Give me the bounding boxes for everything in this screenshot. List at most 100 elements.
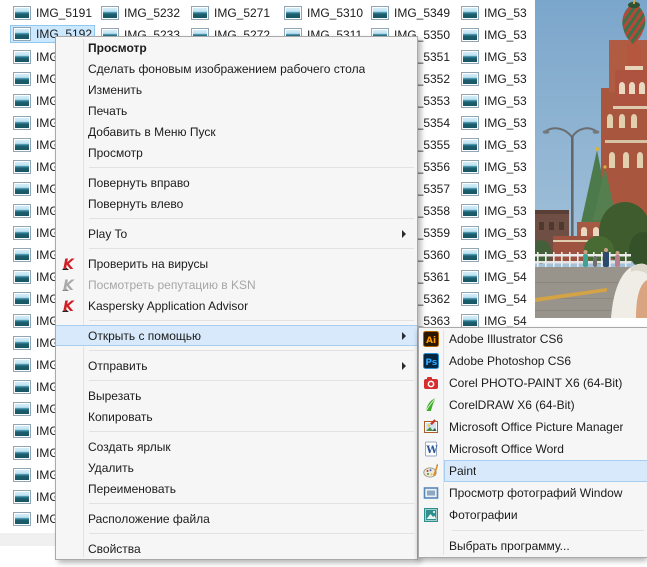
file-item[interactable]: IMG_53 [458, 136, 530, 154]
menu-item-set-as-desktop-background[interactable]: Сделать фоновым изображением рабочего ст… [56, 58, 417, 79]
file-label: IMG_5232 [124, 6, 180, 20]
file-item[interactable]: IMG_53 [458, 246, 530, 264]
file-item[interactable]: IMG [10, 224, 62, 242]
menu-item-label: Добавить в Меню Пуск [88, 125, 216, 139]
file-item[interactable]: IMG [10, 136, 62, 154]
image-file-icon [461, 6, 479, 20]
open-with-submenu: AiAdobe Illustrator CS6PsAdobe Photoshop… [418, 327, 647, 558]
svg-text:K: K [63, 299, 75, 314]
file-item[interactable]: IMG [10, 334, 62, 352]
file-item[interactable]: IMG_53 [458, 70, 530, 88]
image-file-icon [371, 6, 389, 20]
menu-item-pin-to-start-menu[interactable]: Добавить в Меню Пуск [56, 121, 417, 142]
menu-item-label: Создать ярлык [88, 440, 171, 454]
menu-item-cut[interactable]: Вырезать [56, 385, 417, 406]
menu-item-photos-app[interactable]: Фотографии [419, 504, 647, 526]
file-item[interactable]: IMG [10, 422, 62, 440]
menu-item-label: Просмотр [88, 41, 147, 55]
file-item[interactable]: IMG_53 [458, 202, 530, 220]
file-item[interactable]: IMG_5349 [368, 4, 453, 22]
file-item[interactable]: IMG_54 [458, 268, 530, 286]
menu-item-adobe-photoshop-cs6[interactable]: PsAdobe Photoshop CS6 [419, 350, 647, 372]
menu-item-coreldraw-x6[interactable]: CorelDRAW X6 (64-Bit) [419, 394, 647, 416]
menu-item-scan-for-viruses[interactable]: KПроверить на вирусы [56, 253, 417, 274]
file-item[interactable]: IMG [10, 48, 62, 66]
menu-item-rotate-right[interactable]: Повернуть вправо [56, 172, 417, 193]
file-item[interactable]: IMG_54 [458, 290, 530, 308]
file-item[interactable]: IMG_53 [458, 180, 530, 198]
file-item[interactable]: IMG_5310 [281, 4, 366, 22]
image-file-icon [191, 6, 209, 20]
image-file-icon [284, 6, 302, 20]
menu-item-rotate-left[interactable]: Повернуть влево [56, 193, 417, 214]
svg-text:K: K [63, 257, 75, 272]
menu-item-open-file-location[interactable]: Расположение файла [56, 508, 417, 529]
file-item[interactable]: IMG_53 [458, 114, 530, 132]
file-item[interactable]: IMG [10, 202, 62, 220]
file-item[interactable]: IMG [10, 92, 62, 110]
menu-item-properties[interactable]: Свойства [56, 538, 417, 559]
menu-item-create-shortcut[interactable]: Создать ярлык [56, 436, 417, 457]
image-file-icon [461, 248, 479, 262]
kaspersky-icon: K [61, 298, 77, 314]
image-file-icon [13, 512, 31, 526]
file-item[interactable]: IMG_5191 [10, 4, 95, 22]
menu-item-rename[interactable]: Переименовать [56, 478, 417, 499]
file-label: IMG_53 [484, 204, 527, 218]
menu-item-copy[interactable]: Копировать [56, 406, 417, 427]
menu-item-choose-program[interactable]: Выбрать программу... [419, 535, 647, 557]
file-item[interactable]: IMG [10, 356, 62, 374]
menu-item-label: Переименовать [88, 482, 176, 496]
file-label: IMG_53 [484, 94, 527, 108]
menu-item-label: Свойства [88, 542, 141, 556]
file-item[interactable]: IMG_5232 [98, 4, 183, 22]
file-item[interactable]: IMG [10, 488, 62, 506]
file-label: IMG_53 [484, 182, 527, 196]
menu-item-print[interactable]: Печать [56, 100, 417, 121]
menu-item-view-default[interactable]: Просмотр [56, 37, 417, 58]
image-file-icon [13, 72, 31, 86]
file-item[interactable]: IMG [10, 312, 62, 330]
file-item[interactable]: IMG [10, 466, 62, 484]
file-item[interactable]: IMG [10, 444, 62, 462]
file-item[interactable]: IMG_53 [458, 92, 530, 110]
file-item[interactable]: IMG [10, 290, 62, 308]
menu-item-send-to[interactable]: Отправить [56, 355, 417, 376]
kaspersky-icon: K [61, 256, 77, 272]
menu-separator [89, 218, 414, 219]
menu-item-ms-office-word[interactable]: WMicrosoft Office Word [419, 438, 647, 460]
menu-item-corel-photo-paint-x6[interactable]: Corel PHOTO-PAINT X6 (64-Bit) [419, 372, 647, 394]
picture-manager-icon [423, 419, 439, 435]
file-item[interactable]: IMG [10, 400, 62, 418]
image-file-icon [13, 336, 31, 350]
file-item[interactable]: IMG [10, 510, 62, 528]
file-item[interactable]: IMG_53 [458, 26, 530, 44]
menu-item-delete[interactable]: Удалить [56, 457, 417, 478]
menu-item-play-to[interactable]: Play To [56, 223, 417, 244]
file-item[interactable]: IMG [10, 246, 62, 264]
menu-item-adobe-illustrator-cs6[interactable]: AiAdobe Illustrator CS6 [419, 328, 647, 350]
file-item[interactable]: IMG [10, 180, 62, 198]
menu-item-label: Расположение файла [88, 512, 210, 526]
menu-item-preview[interactable]: Просмотр [56, 142, 417, 163]
file-item[interactable]: IMG [10, 114, 62, 132]
file-item[interactable]: IMG_5271 [188, 4, 273, 22]
file-item[interactable]: IMG_53 [458, 158, 530, 176]
menu-item-edit[interactable]: Изменить [56, 79, 417, 100]
submenu-arrow-icon [402, 362, 406, 370]
file-item[interactable]: IMG_53 [458, 48, 530, 66]
file-item[interactable]: IMG_53 [458, 4, 530, 22]
menu-item-windows-photo-viewer[interactable]: Просмотр фотографий Windows [419, 482, 647, 504]
menu-item-paint[interactable]: Paint [419, 460, 647, 482]
file-item[interactable]: IMG [10, 70, 62, 88]
image-file-icon [461, 116, 479, 130]
menu-item-ms-office-picture-manager[interactable]: Microsoft Office Picture Manager [419, 416, 647, 438]
file-item[interactable]: IMG [10, 268, 62, 286]
file-item[interactable]: IMG_53 [458, 224, 530, 242]
menu-item-check-reputation-ksn[interactable]: KПосмотреть репутацию в KSN [56, 274, 417, 295]
menu-item-open-with[interactable]: Открыть с помощью [56, 325, 417, 346]
image-file-icon [461, 138, 479, 152]
file-item[interactable]: IMG [10, 378, 62, 396]
menu-item-kaspersky-application-advisor[interactable]: KKaspersky Application Advisor [56, 295, 417, 316]
file-item[interactable]: IMG [10, 158, 62, 176]
